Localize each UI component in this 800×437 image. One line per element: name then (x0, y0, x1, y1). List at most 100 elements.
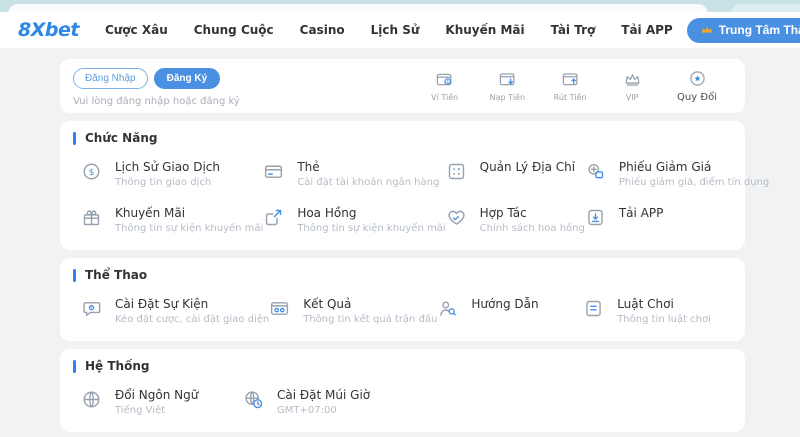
section-header: Chức Năng (73, 131, 729, 145)
section-chuc-nang: Chức Năng $ Lịch Sử Giao Dịch Thông tin gia… (60, 121, 745, 250)
main-nav: Cược Xâu Chung Cuộc Casino Lịch Sử Khuyến Mã… (105, 23, 673, 37)
account-login-area: Đăng Nhập Đăng Ký Vui lòng đăng nhập hoặ… (73, 68, 240, 104)
menu-item-tai-app[interactable]: Tải APP (585, 206, 769, 235)
globe-icon (81, 389, 102, 410)
menu-item-title: Đổi Ngôn Ngữ (115, 388, 198, 403)
menu-item-text: Khuyến MãiThông tin sự kiện khuyến mãi (115, 206, 263, 235)
menu-item-hoa-hong[interactable]: Hoa Hồng Thông tin sự kiện khuyến mãi (263, 206, 445, 235)
browser-top-strip (0, 0, 800, 12)
menu-item-quan-ly-dia-chi[interactable]: Quản Lý Địa Chỉ (446, 160, 585, 189)
menu-item-text: Quản Lý Địa Chỉ (480, 160, 575, 175)
menu-item-title: Lịch Sử Giao Dịch (115, 160, 220, 175)
menu-item-subtitle: Phiếu giảm giá, điểm tín dụng (619, 177, 769, 189)
menu-item-text: Kết QuảThông tin kết quả trận đấu (303, 297, 437, 326)
top-navbar: 8Xbet Cược Xâu Chung Cuộc Casino Lịch Sử Khu… (0, 12, 800, 48)
nav-link-casino[interactable]: Casino (300, 23, 345, 37)
nav-link-tai-tro[interactable]: Tài Trợ (551, 23, 596, 37)
timezone-icon (243, 389, 264, 410)
nav-link-cuoc-xau[interactable]: Cược Xâu (105, 23, 168, 37)
quick-actions: $ Ví Tiền Nạp Tiền Rút Tiền VIP Quy Đổi (428, 68, 717, 104)
menu-item-hop-tac[interactable]: Hợp Tác Chính sách hoa hồng (446, 206, 585, 235)
withdraw-icon (561, 70, 580, 89)
menu-item-subtitle: Thông tin giao dịch (115, 177, 220, 189)
menu-item-title: Quản Lý Địa Chỉ (480, 160, 575, 175)
rules-icon (583, 298, 604, 319)
account-card: Đăng Nhập Đăng Ký Vui lòng đăng nhập hoặ… (60, 59, 745, 113)
menu-item-khuyen-mai[interactable]: Khuyến MãiThông tin sự kiện khuyến mãi (81, 206, 263, 235)
guide-icon (437, 298, 458, 319)
menu-item-subtitle: Thông tin kết quả trận đấu (303, 314, 437, 326)
svg-text:$: $ (446, 79, 449, 85)
member-center-label: Trung Tâm Thành Viên (719, 23, 800, 37)
card-login-button[interactable]: Đăng Nhập (73, 68, 148, 89)
login-hint: Vui lòng đăng nhập hoặc đăng ký (73, 96, 240, 107)
menu-item-subtitle: Thông tin sự kiện khuyến mãi (115, 223, 263, 235)
quick-action-label: VIP (626, 93, 639, 102)
member-center-button[interactable]: Trung Tâm Thành Viên (687, 18, 800, 43)
menu-item-subtitle: Kéo đặt cược, cài đặt giao diện (115, 314, 269, 326)
quick-action-rut-tien[interactable]: Rút Tiền (553, 70, 587, 102)
member-center-page: Đăng Nhập Đăng Ký Vui lòng đăng nhập hoặ… (0, 48, 800, 437)
section-accent-bar (73, 269, 76, 282)
card-register-button[interactable]: Đăng Ký (154, 68, 221, 89)
quick-action-quy-doi[interactable]: Quy Đổi (677, 69, 717, 103)
menu-item-text: Đổi Ngôn Ngữ Tiếng Việt (115, 388, 198, 417)
quick-action-vip[interactable]: VIP (615, 70, 649, 102)
menu-item-text: Cài Đặt Múi Giờ GMT+07:00 (277, 388, 370, 417)
menu-item-title: Luật Chơi (617, 297, 711, 312)
section-accent-bar (73, 360, 76, 373)
section-he-thong: Hệ Thống Đổi Ngôn Ngữ Tiếng Việt Cài Đặt Mú… (60, 349, 745, 432)
bank-card-icon (263, 161, 284, 182)
site-logo[interactable]: 8Xbet (18, 19, 79, 41)
menu-item-luat-choi[interactable]: Luật ChơiThông tin luật chơi (583, 297, 729, 326)
section-accent-bar (73, 132, 76, 145)
menu-item-text: Phiếu Giảm Giá Phiếu giảm giá, điểm tín d… (619, 160, 769, 189)
nav-link-khuyen-mai[interactable]: Khuyến Mãi (445, 23, 524, 37)
menu-item-text: Lịch Sử Giao Dịch Thông tin giao dịch (115, 160, 220, 189)
menu-item-huong-dan[interactable]: Hướng Dẫn (437, 297, 583, 326)
menu-item-cai-dat-su-kien[interactable]: Cài Đặt Sự Kiện Kéo đặt cược, cài đặt gia… (81, 297, 269, 326)
menu-item-subtitle: Chính sách hoa hồng (480, 223, 585, 235)
menu-item-title: Tải APP (619, 206, 664, 221)
menu-item-text: Luật ChơiThông tin luật chơi (617, 297, 711, 326)
menu-item-lich-su-giao-dich[interactable]: $ Lịch Sử Giao Dịch Thông tin giao dịch (81, 160, 263, 189)
menu-item-doi-ngon-ngu[interactable]: Đổi Ngôn Ngữ Tiếng Việt (81, 388, 243, 417)
menu-item-subtitle: Tiếng Việt (115, 405, 198, 417)
menu-item-title: Cài Đặt Múi Giờ (277, 388, 370, 403)
menu-item-title: Hợp Tác (480, 206, 585, 221)
section-grid: Đổi Ngôn Ngữ Tiếng Việt Cài Đặt Múi Giờ GMT… (81, 388, 729, 417)
chat-settings-icon (81, 298, 102, 319)
menu-item-title: Thẻ (297, 160, 439, 175)
menu-item-subtitle: GMT+07:00 (277, 405, 370, 417)
quick-action-label: Quy Đổi (677, 92, 717, 103)
section-grid: $ Lịch Sử Giao Dịch Thông tin giao dịch Thẻ… (81, 160, 729, 235)
menu-item-title: Phiếu Giảm Giá (619, 160, 769, 175)
menu-item-title: Hoa Hồng (297, 206, 445, 221)
menu-item-text: Tải APP (619, 206, 664, 221)
section-title: Hệ Thống (85, 359, 149, 373)
menu-item-text: Hướng Dẫn (471, 297, 538, 312)
menu-item-subtitle: Thông tin sự kiện khuyến mãi (297, 223, 445, 235)
svg-text:$: $ (89, 167, 95, 178)
menu-item-phieu-giam-gia[interactable]: Phiếu Giảm Giá Phiếu giảm giá, điểm tín d… (585, 160, 769, 189)
menu-item-the[interactable]: ThẻCài đặt tài khoản ngân hàng (263, 160, 445, 189)
quick-action-label: Ví Tiền (431, 93, 458, 102)
quick-action-vi-tien[interactable]: $ Ví Tiền (428, 70, 462, 102)
quick-action-nap-tien[interactable]: Nạp Tiền (490, 70, 525, 102)
section-header: Thể Thao (73, 268, 729, 282)
menu-item-title: Cài Đặt Sự Kiện (115, 297, 269, 312)
menu-item-title: Hướng Dẫn (471, 297, 538, 312)
nav-link-chung-cuoc[interactable]: Chung Cuộc (194, 23, 274, 37)
menu-item-text: Hoa Hồng Thông tin sự kiện khuyến mãi (297, 206, 445, 235)
heart-icon (446, 207, 467, 228)
menu-item-text: Cài Đặt Sự Kiện Kéo đặt cược, cài đặt gia… (115, 297, 269, 326)
quick-action-label: Rút Tiền (554, 93, 587, 102)
menu-item-ket-qua[interactable]: Kết QuảThông tin kết quả trận đấu (269, 297, 437, 326)
nav-link-lich-su[interactable]: Lịch Sử (371, 23, 420, 37)
nav-link-tai-app[interactable]: Tải APP (621, 23, 672, 37)
scoreboard-icon (269, 298, 290, 319)
section-the-thao: Thể Thao Cài Đặt Sự Kiện Kéo đặt cược, cài… (60, 258, 745, 341)
vip-icon (623, 70, 642, 89)
menu-item-cai-dat-mui-gio[interactable]: Cài Đặt Múi Giờ GMT+07:00 (243, 388, 405, 417)
menu-item-text: ThẻCài đặt tài khoản ngân hàng (297, 160, 439, 189)
